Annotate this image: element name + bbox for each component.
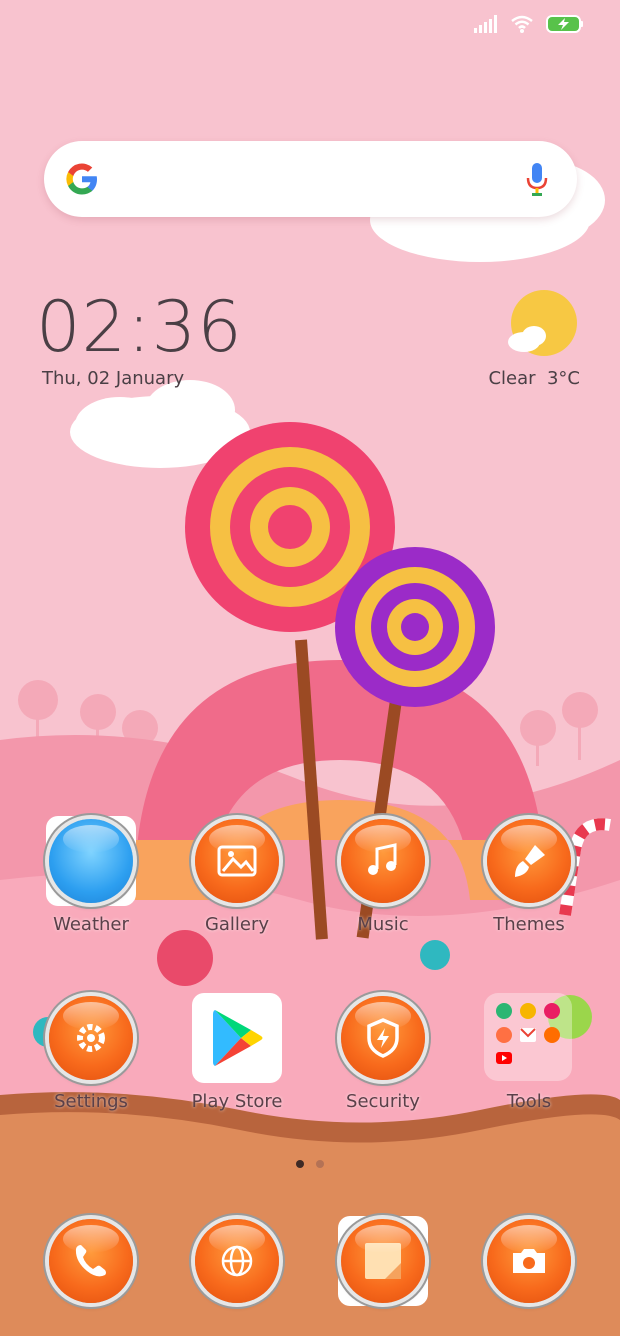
google-g-icon bbox=[66, 163, 97, 195]
app-tools-folder[interactable]: Tools bbox=[474, 993, 584, 1112]
app-label: Weather bbox=[53, 914, 129, 935]
app-gallery[interactable]: Gallery bbox=[182, 816, 292, 935]
app-play-store[interactable]: Play Store bbox=[182, 993, 292, 1112]
status-bar bbox=[474, 14, 584, 34]
app-security[interactable]: Security bbox=[328, 993, 438, 1112]
page-dot-active[interactable] bbox=[296, 1160, 304, 1168]
app-label: Gallery bbox=[204, 914, 270, 935]
globe-icon bbox=[195, 1219, 279, 1303]
shield-icon bbox=[338, 993, 428, 1083]
app-label: Themes bbox=[493, 914, 565, 935]
app-label: Settings bbox=[54, 1091, 128, 1112]
wifi-icon bbox=[511, 15, 533, 33]
app-label: Music bbox=[357, 914, 409, 935]
app-label: Play Store bbox=[191, 1091, 283, 1112]
clock-date[interactable]: Thu, 02 January bbox=[42, 368, 184, 389]
notes-icon bbox=[341, 1219, 425, 1303]
dock-camera[interactable] bbox=[484, 1216, 576, 1308]
app-weather[interactable]: Weather bbox=[36, 816, 146, 935]
home-screen: 02:36 Thu, 02 January Clear 3°C Weather … bbox=[0, 0, 620, 1336]
app-themes[interactable]: Themes bbox=[474, 816, 584, 935]
gallery-icon bbox=[192, 816, 282, 906]
weather-icon bbox=[46, 816, 136, 906]
app-music[interactable]: Music bbox=[328, 816, 438, 935]
partly-sunny-icon[interactable] bbox=[504, 290, 580, 360]
page-indicator bbox=[296, 1160, 324, 1168]
music-icon bbox=[338, 816, 428, 906]
dock-notes[interactable] bbox=[338, 1216, 430, 1308]
folder-icon bbox=[484, 993, 574, 1083]
app-label: Tools bbox=[506, 1091, 552, 1112]
phone-icon bbox=[49, 1219, 133, 1303]
app-settings[interactable]: Settings bbox=[36, 993, 146, 1112]
dock-browser[interactable] bbox=[192, 1216, 284, 1308]
app-label: Security bbox=[346, 1091, 420, 1112]
dock-phone[interactable] bbox=[46, 1216, 138, 1308]
gear-icon bbox=[46, 993, 136, 1083]
mic-icon[interactable] bbox=[525, 161, 549, 197]
brush-icon bbox=[484, 816, 574, 906]
battery-charging-icon bbox=[546, 15, 583, 33]
signal-icon bbox=[474, 15, 497, 33]
camera-icon bbox=[487, 1219, 571, 1303]
weather-text[interactable]: Clear 3°C bbox=[488, 368, 580, 389]
play-store-icon bbox=[192, 993, 282, 1083]
page-dot[interactable] bbox=[316, 1160, 324, 1168]
clock-time[interactable]: 02:36 bbox=[36, 286, 243, 368]
google-search-bar[interactable] bbox=[44, 141, 577, 217]
